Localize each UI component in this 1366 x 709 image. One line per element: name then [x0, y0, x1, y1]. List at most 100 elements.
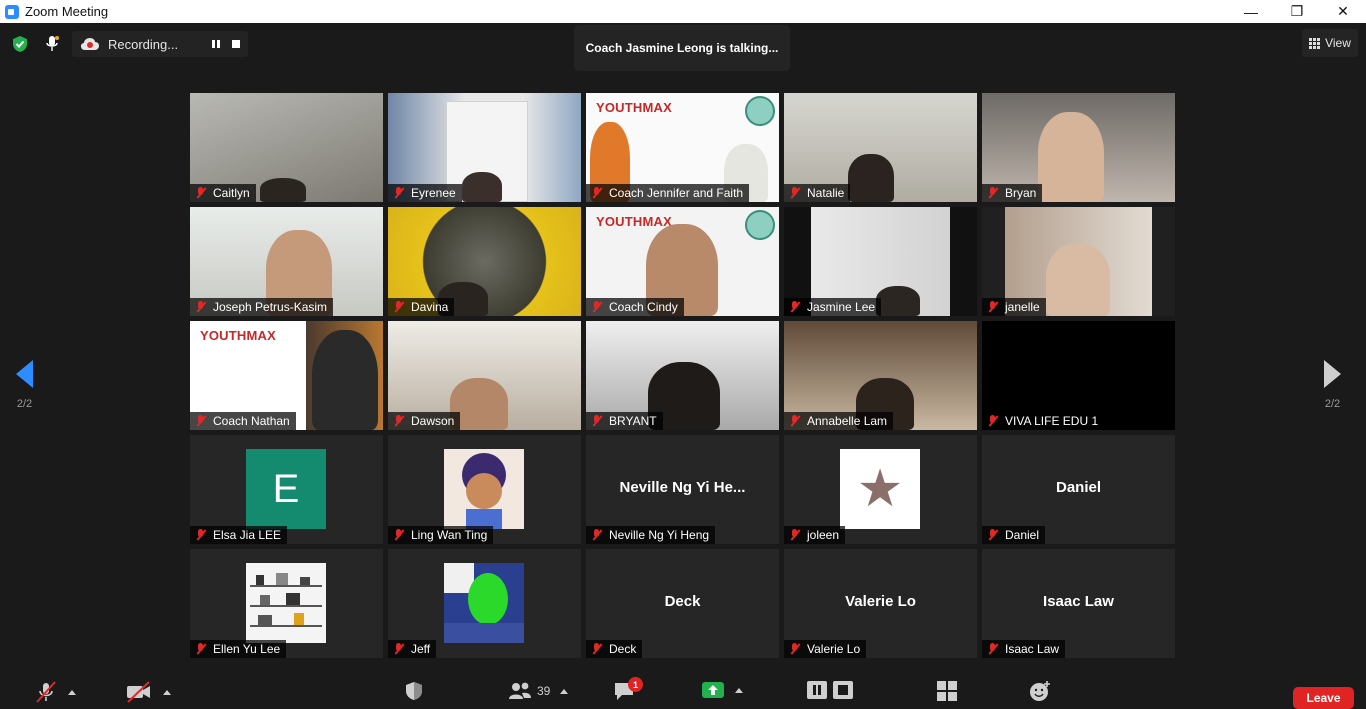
participant-tile[interactable]: Eyrenee: [388, 93, 581, 202]
participant-tile[interactable]: YOUTHMAX Coach Cindy: [586, 207, 779, 316]
participant-nametag: Joseph Petrus-Kasim: [190, 298, 334, 316]
participant-tile[interactable]: Jeff: [388, 549, 581, 658]
pause-icon[interactable]: [806, 680, 828, 700]
participant-nametag: Isaac Law: [982, 640, 1066, 658]
leave-meeting-button[interactable]: Leave: [1293, 687, 1354, 709]
muted-mic-icon: [591, 187, 603, 199]
security-button[interactable]: [403, 680, 425, 702]
participant-nametag: Eyrenee: [388, 184, 462, 202]
reactions-button[interactable]: [1028, 680, 1052, 702]
participant-tile[interactable]: Jasmine Lee: [784, 207, 977, 316]
next-page-button[interactable]: 2/2: [1324, 360, 1341, 410]
cloud-record-icon: [81, 38, 99, 50]
unmute-button[interactable]: [34, 680, 76, 704]
participant-tile[interactable]: ★ joleen: [784, 435, 977, 544]
participant-tile[interactable]: BRYANT: [586, 321, 779, 430]
muted-mic-icon: [987, 187, 999, 199]
muted-mic-icon: [195, 301, 207, 313]
restore-button[interactable]: ❐: [1274, 0, 1320, 23]
arrow-right-icon: [1324, 360, 1341, 388]
muted-mic-icon: [393, 415, 405, 427]
participant-nametag: Natalie: [784, 184, 851, 202]
participant-tile[interactable]: Dawson: [388, 321, 581, 430]
minimize-button[interactable]: —: [1228, 0, 1274, 23]
muted-mic-icon: [789, 187, 801, 199]
participant-tile[interactable]: Joseph Petrus-Kasim: [190, 207, 383, 316]
muted-mic-icon: [789, 643, 801, 655]
profile-avatar: [444, 563, 524, 643]
video-off-icon: [127, 681, 150, 703]
view-button[interactable]: View: [1302, 29, 1358, 57]
muted-mic-icon: [591, 415, 603, 427]
encryption-shield-icon[interactable]: [8, 32, 32, 56]
participant-tile[interactable]: VIVA LIFE EDU 1: [982, 321, 1175, 430]
audio-status-icon[interactable]: [40, 32, 64, 56]
participant-tile[interactable]: Davina: [388, 207, 581, 316]
start-video-button[interactable]: [125, 680, 171, 704]
recording-controls: [806, 680, 854, 700]
participant-tile[interactable]: Ling Wan Ting: [388, 435, 581, 544]
participant-tile[interactable]: E Elsa Jia LEE: [190, 435, 383, 544]
muted-microphone-icon: [36, 681, 56, 703]
breakout-rooms-button[interactable]: [935, 680, 959, 702]
stop-icon[interactable]: [832, 680, 854, 700]
top-status-bar: Recording...: [8, 31, 248, 57]
organization-badge-icon: [745, 210, 775, 240]
muted-mic-icon: [195, 643, 207, 655]
participant-tile[interactable]: Caitlyn: [190, 93, 383, 202]
muted-mic-icon: [195, 529, 207, 541]
stop-recording-button[interactable]: [232, 40, 240, 48]
participants-count: 39: [537, 684, 551, 698]
muted-mic-icon: [591, 529, 603, 541]
close-button[interactable]: ✕: [1320, 0, 1366, 23]
star-avatar-icon: ★: [840, 449, 920, 529]
chat-unread-badge: 1: [628, 677, 643, 692]
meeting-area: Recording... Coach Jasmine Leong is talk…: [0, 23, 1366, 705]
participant-nametag: Elsa Jia LEE: [190, 526, 288, 544]
participant-tile[interactable]: Valerie Lo Valerie Lo: [784, 549, 977, 658]
participant-tile[interactable]: Isaac Law Isaac Law: [982, 549, 1175, 658]
previous-page-button[interactable]: 2/2: [16, 360, 33, 410]
share-options-caret-icon[interactable]: [735, 687, 743, 693]
organization-badge-icon: [745, 96, 775, 126]
participants-button[interactable]: 39: [507, 680, 569, 702]
audio-options-caret-icon[interactable]: [68, 689, 76, 695]
participant-nametag: VIVA LIFE EDU 1: [982, 412, 1105, 430]
participant-nametag: Coach Nathan: [190, 412, 296, 430]
participant-tile[interactable]: Bryan: [982, 93, 1175, 202]
muted-mic-icon: [987, 529, 999, 541]
muted-mic-icon: [987, 643, 999, 655]
participant-nametag: Dawson: [388, 412, 461, 430]
participant-tile[interactable]: Neville Ng Yi He... Neville Ng Yi Heng: [586, 435, 779, 544]
participant-tile[interactable]: Deck Deck: [586, 549, 779, 658]
participant-tile[interactable]: janelle: [982, 207, 1175, 316]
muted-mic-icon: [987, 301, 999, 313]
video-options-caret-icon[interactable]: [163, 689, 171, 695]
participant-nametag: Coach Jennifer and Faith: [586, 184, 750, 202]
participant-tile[interactable]: Annabelle Lam: [784, 321, 977, 430]
participant-tile[interactable]: YOUTHMAX Coach Nathan: [190, 321, 383, 430]
participant-tile[interactable]: Ellen Yu Lee: [190, 549, 383, 658]
view-label: View: [1325, 36, 1351, 50]
participant-tile[interactable]: YOUTHMAX Coach Jennifer and Faith: [586, 93, 779, 202]
participant-nametag: Daniel: [982, 526, 1046, 544]
muted-mic-icon: [393, 301, 405, 313]
page-indicator-left: 2/2: [16, 398, 33, 410]
participants-caret-icon[interactable]: [560, 688, 569, 694]
pause-recording-button[interactable]: [212, 40, 220, 48]
reactions-emoji-icon: [1030, 681, 1050, 701]
page-indicator-right: 2/2: [1324, 398, 1341, 410]
participant-tile[interactable]: Daniel Daniel: [982, 435, 1175, 544]
brand-logo: YOUTHMAX: [596, 100, 672, 115]
muted-mic-icon: [393, 643, 405, 655]
breakout-rooms-icon: [937, 681, 957, 701]
participant-nametag: Caitlyn: [190, 184, 256, 202]
share-screen-button[interactable]: [701, 680, 743, 700]
participant-display-name: Valerie Lo: [845, 593, 916, 610]
participant-tile[interactable]: Natalie: [784, 93, 977, 202]
window-controls: — ❐ ✕: [1228, 0, 1366, 23]
participant-display-name: Daniel: [1055, 479, 1101, 496]
participant-display-name: Deck: [664, 593, 701, 610]
participant-nametag: Coach Cindy: [586, 298, 684, 316]
recording-label: Recording...: [108, 36, 179, 52]
